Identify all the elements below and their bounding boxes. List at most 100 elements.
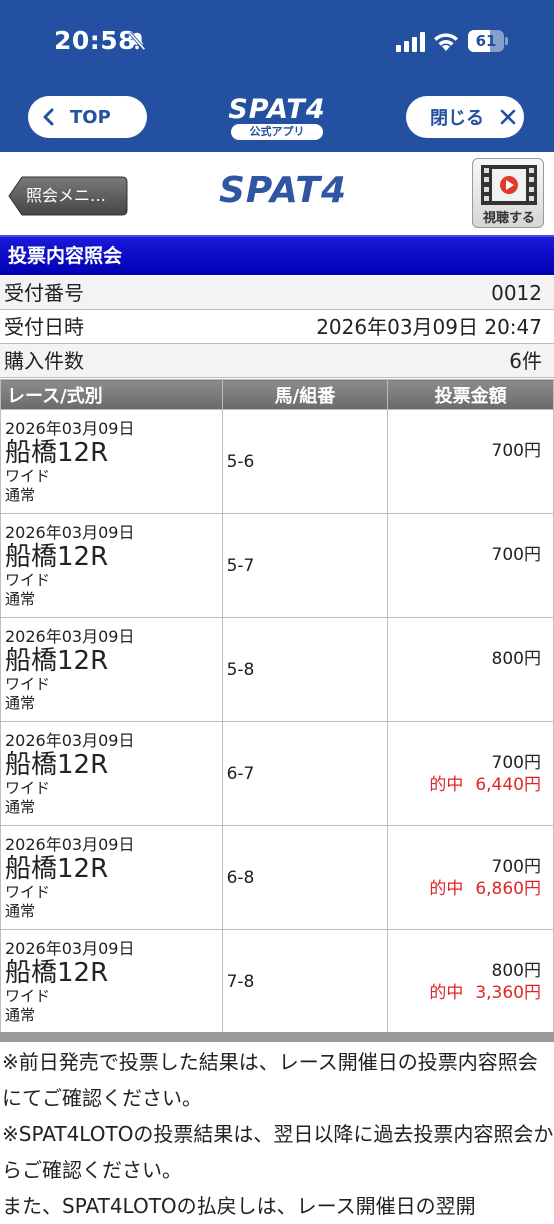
chevron-left-icon [43, 108, 54, 126]
battery-indicator: 61 [468, 30, 508, 52]
note-item: また、SPAT4LOTOの払戻しは、レース開催日の翌開 [2, 1194, 476, 1218]
receipt-datetime-row: 受付日時 2026年03月09日 20:47 [0, 310, 554, 344]
amount-cell: 700円 的中 6,440円 [387, 721, 554, 826]
cellular-signal-icon [396, 32, 425, 52]
table-row: 2026年03月09日 船橋12R ワイド 通常 7-8 800円 的中 3,36… [0, 929, 554, 1034]
bet-type: ワイド [5, 882, 51, 901]
bet-amount: 700円 [491, 544, 541, 565]
spat4-logo: SPAT4 [219, 170, 348, 211]
race-date: 2026年03月09日 [5, 730, 135, 750]
back-to-inquiry-menu-button[interactable]: 照会メニ… [8, 176, 128, 216]
top-button[interactable]: TOP [28, 96, 147, 138]
film-play-icon [481, 165, 537, 205]
race-date: 2026年03月09日 [5, 626, 135, 646]
header-combination: 馬/組番 [221, 379, 389, 410]
race-date: 2026年03月09日 [5, 522, 135, 542]
notes: ※前日発売で投票した結果は、レース開催日の投票内容照会にてご確認ください。 ※S… [2, 1044, 554, 1224]
combination: 7-8 [221, 929, 389, 1034]
amount-cell: 800円 的中 3,360円 [387, 929, 554, 1034]
page-title: 投票内容照会 [0, 235, 554, 275]
amount-cell: 700円 [387, 409, 554, 514]
receipt-number-label: 受付番号 [4, 281, 84, 305]
race-cell: 2026年03月09日 船橋12R ワイド 通常 [0, 409, 223, 514]
combination: 5-7 [221, 513, 389, 618]
combination: 6-8 [221, 825, 389, 930]
header-race-type: レース/式別 [0, 379, 223, 410]
amount-cell: 700円 的中 6,860円 [387, 825, 554, 930]
bet-kind: 通常 [5, 1005, 36, 1024]
status-bar: 20:58 61 [0, 0, 554, 80]
watch-button-label: 視聴する [482, 211, 535, 226]
table-row: 2026年03月09日 船橋12R ワイド 通常 6-7 700円 的中 6,44… [0, 721, 554, 826]
payout [388, 462, 541, 484]
race-date: 2026年03月09日 [5, 834, 135, 854]
race-cell: 2026年03月09日 船橋12R ワイド 通常 [0, 825, 223, 930]
bet-kind: 通常 [5, 485, 36, 504]
race-cell: 2026年03月09日 船橋12R ワイド 通常 [0, 929, 223, 1034]
race-name: 船橋12R [5, 437, 109, 468]
amount-cell: 800円 [387, 617, 554, 722]
table-row: 2026年03月09日 船橋12R ワイド 通常 6-8 700円 的中 6,86… [0, 825, 554, 930]
table-row: 2026年03月09日 船橋12R ワイド 通常 5-6 700円 [0, 409, 554, 514]
bell-off-icon [128, 31, 146, 51]
purchase-count-row: 購入件数 6件 [0, 344, 554, 378]
combination: 5-6 [221, 409, 389, 514]
battery-level: 61 [475, 32, 497, 50]
header-bet-amount: 投票金額 [387, 379, 554, 410]
spat4-app-logo: SPAT4 公式アプリ [228, 94, 326, 140]
bet-kind: 通常 [5, 589, 36, 608]
receipt-datetime-value: 2026年03月09日 20:47 [316, 315, 542, 339]
payout: 的中 6,440円 [429, 774, 541, 795]
race-cell: 2026年03月09日 船橋12R ワイド 通常 [0, 513, 223, 618]
payout: 的中 6,860円 [429, 878, 541, 899]
bet-type: ワイド [5, 570, 51, 589]
bet-kind: 通常 [5, 901, 36, 920]
combination: 6-7 [221, 721, 389, 826]
amount-cell: 700円 [387, 513, 554, 618]
race-name: 船橋12R [5, 749, 109, 780]
combination: 5-8 [221, 617, 389, 722]
table-bottom-bar [0, 1032, 554, 1042]
race-date: 2026年03月09日 [5, 418, 135, 438]
app-header: 20:58 61 TOP SPAT4 公式アプリ 閉じる [0, 0, 554, 152]
close-button[interactable]: 閉じる [406, 96, 524, 138]
bet-kind: 通常 [5, 797, 36, 816]
close-icon [500, 109, 516, 125]
bet-amount: 700円 [491, 440, 541, 461]
purchase-count-value: 6件 [509, 349, 542, 373]
purchase-count-label: 購入件数 [4, 349, 84, 373]
bet-amount: 800円 [491, 648, 541, 669]
note-item: ※前日発売で投票した結果は、レース開催日の投票内容照会にてご確認ください。 [2, 1050, 538, 1110]
bet-type: ワイド [5, 674, 51, 693]
bet-type: ワイド [5, 778, 51, 797]
receipt-number-row: 受付番号 0012 [0, 276, 554, 310]
status-time: 20:58 [54, 26, 137, 55]
race-name: 船橋12R [5, 957, 109, 988]
note-item: ※SPAT4LOTOの投票結果は、翌日以降に過去投票内容照会からご確認ください。 [2, 1122, 554, 1182]
table-row: 2026年03月09日 船橋12R ワイド 通常 5-8 800円 [0, 617, 554, 722]
bet-amount: 700円 [491, 752, 541, 773]
race-name: 船橋12R [5, 541, 109, 572]
wifi-icon [434, 33, 458, 51]
table-row: 2026年03月09日 船橋12R ワイド 通常 5-7 700円 [0, 513, 554, 618]
race-name: 船橋12R [5, 853, 109, 884]
payout [388, 566, 541, 588]
close-button-label: 閉じる [430, 108, 484, 129]
bet-kind: 通常 [5, 693, 36, 712]
race-date: 2026年03月09日 [5, 938, 135, 958]
web-header: 照会メニ… SPAT4 視聴する [0, 152, 554, 234]
race-cell: 2026年03月09日 船橋12R ワイド 通常 [0, 721, 223, 826]
receipt-number-value: 0012 [491, 281, 542, 305]
back-menu-label: 照会メニ… [26, 186, 107, 205]
watch-video-button[interactable]: 視聴する [472, 158, 544, 228]
receipt-datetime-label: 受付日時 [4, 315, 84, 339]
race-cell: 2026年03月09日 船橋12R ワイド 通常 [0, 617, 223, 722]
top-button-label: TOP [70, 106, 111, 128]
payout [388, 670, 541, 692]
payout: 的中 3,360円 [429, 982, 541, 1003]
bet-amount: 700円 [491, 856, 541, 877]
table-header-row: レース/式別 馬/組番 投票金額 [0, 379, 554, 410]
bets-table: レース/式別 馬/組番 投票金額 2026年03月09日 船橋12R ワイド 通… [0, 379, 554, 1034]
bet-amount: 800円 [491, 960, 541, 981]
race-name: 船橋12R [5, 645, 109, 676]
